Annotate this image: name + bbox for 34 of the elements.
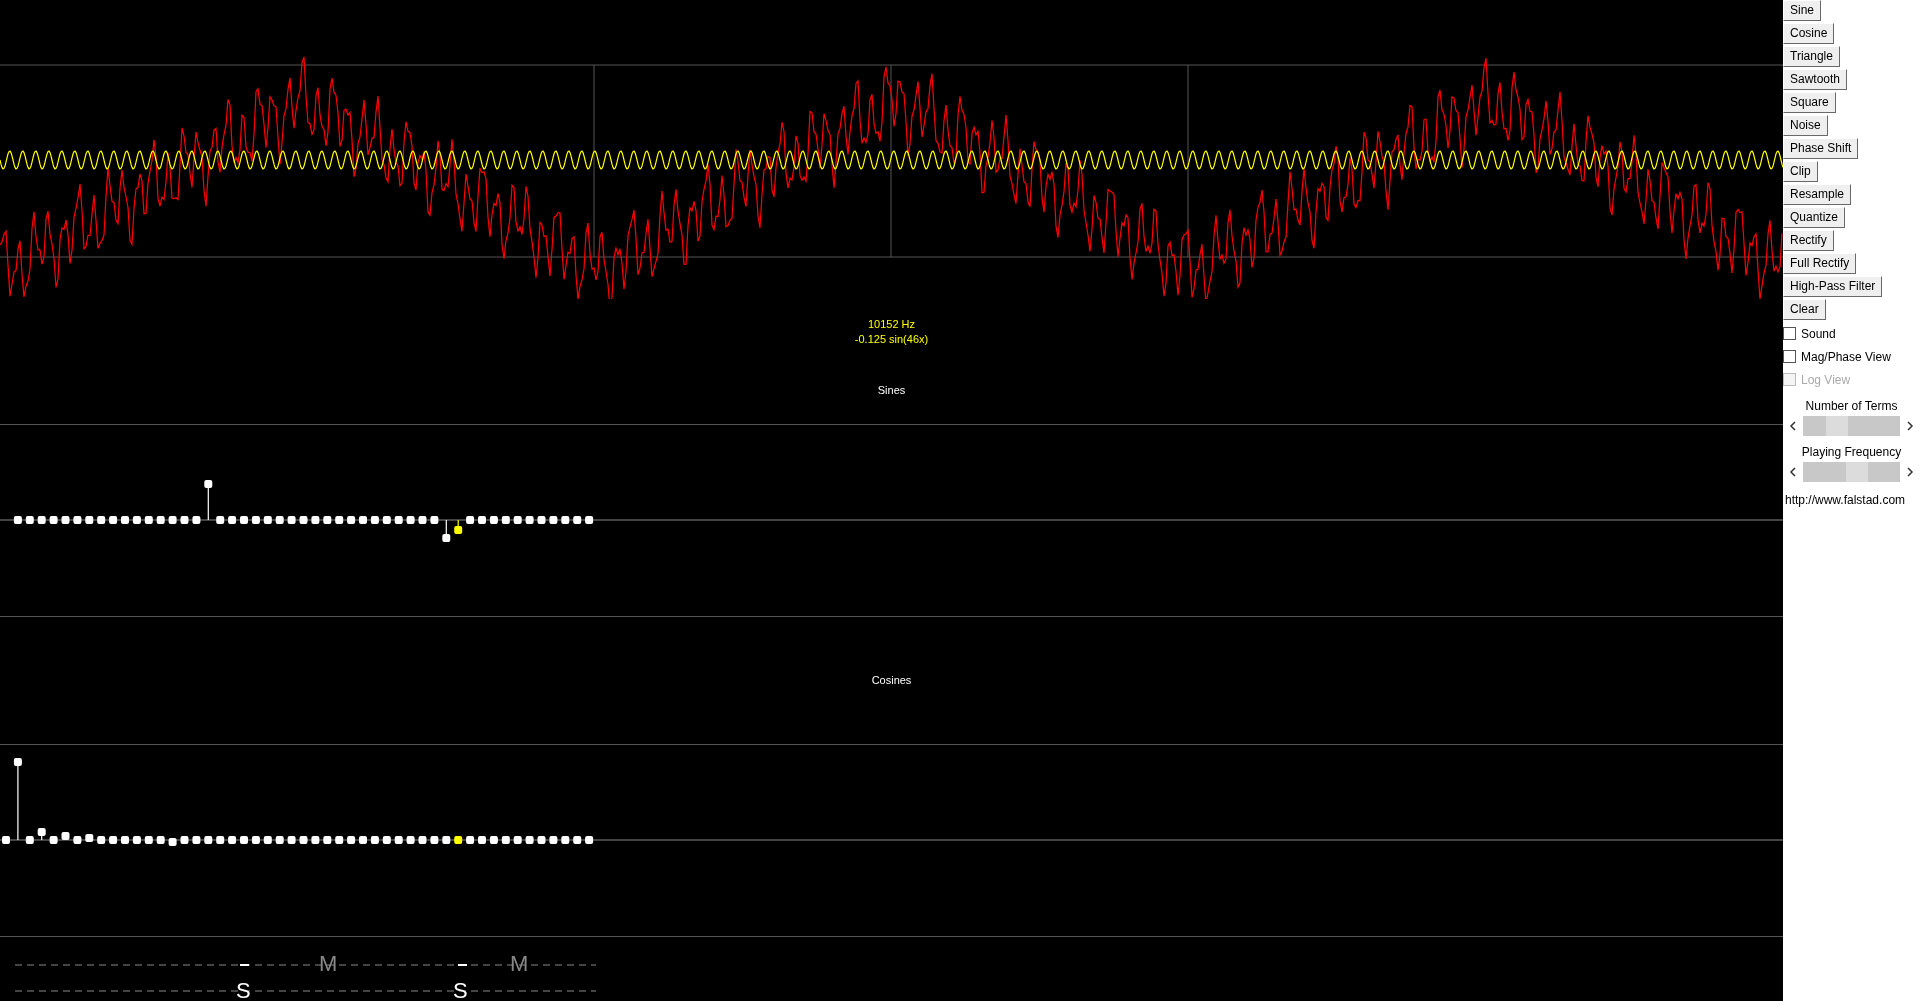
marker-label: S: [453, 980, 468, 1001]
action-button[interactable]: Noise: [1783, 115, 1828, 136]
term-readout: -0.125 sin(46x): [854, 332, 929, 348]
action-button[interactable]: Rectify: [1783, 230, 1834, 251]
marker-label: S: [236, 980, 251, 1001]
section-label: Sines: [877, 383, 906, 399]
scrollbar-thumb[interactable]: [1825, 416, 1848, 436]
checkbox[interactable]: [1783, 327, 1796, 340]
section-label: Cosines: [871, 673, 912, 689]
checkbox[interactable]: [1783, 350, 1796, 363]
marker-label: M: [319, 953, 338, 975]
scrollbar-label: Playing Frequency: [1801, 444, 1902, 461]
scrollbar-thumb[interactable]: [1846, 462, 1869, 482]
frequency-readout: 10152 Hz: [867, 317, 916, 333]
action-button[interactable]: Square: [1783, 92, 1836, 113]
action-button[interactable]: Cosine: [1783, 23, 1835, 44]
checkbox-label: Mag/Phase View: [1801, 348, 1891, 366]
scrollbar-track[interactable]: [1803, 462, 1900, 482]
action-button[interactable]: Quantize: [1783, 207, 1846, 228]
action-button[interactable]: High-Pass Filter: [1783, 276, 1883, 297]
action-button[interactable]: Full Rectify: [1783, 253, 1857, 274]
action-button[interactable]: Sine: [1783, 0, 1822, 21]
action-button[interactable]: Phase Shift: [1783, 138, 1859, 159]
checkbox-label: Sound: [1801, 325, 1836, 343]
website-link[interactable]: http://www.falstad.com: [1785, 491, 1906, 509]
marker-label: M: [510, 953, 529, 975]
action-button[interactable]: Triangle: [1783, 46, 1840, 67]
scrollbar-track[interactable]: [1803, 416, 1900, 436]
action-button[interactable]: Resample: [1783, 184, 1852, 205]
action-button[interactable]: Sawtooth: [1783, 69, 1848, 90]
scrollbar-label: Number of Terms: [1805, 398, 1898, 415]
action-button[interactable]: Clip: [1783, 161, 1818, 182]
action-button[interactable]: Clear: [1783, 299, 1826, 320]
checkbox-label: Log View: [1801, 371, 1851, 389]
